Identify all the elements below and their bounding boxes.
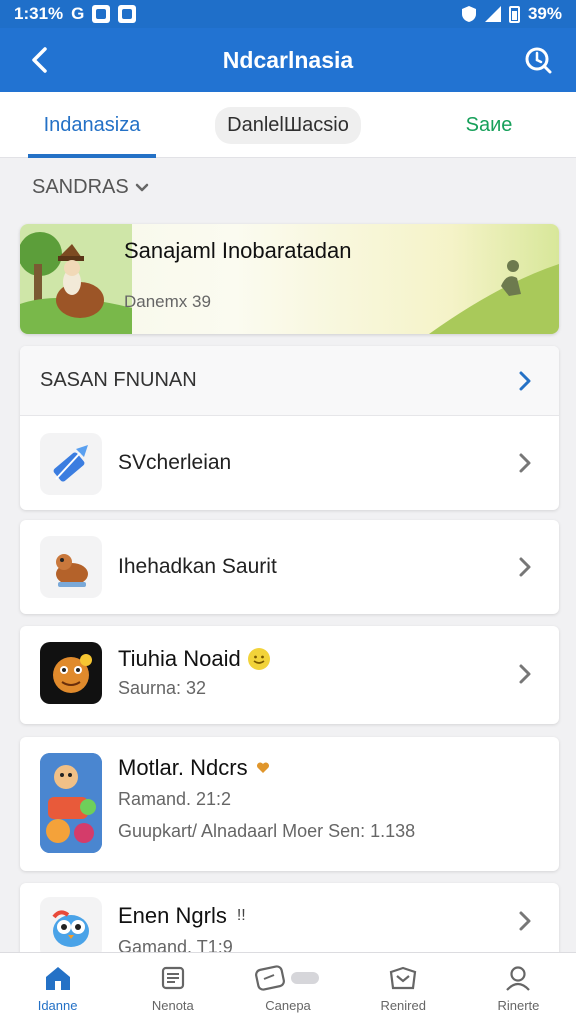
nav-item-received[interactable]: Renired [346, 953, 461, 1024]
list-item-subtitle: Saurna: 32 [118, 678, 207, 698]
nav-label: Idanne [37, 998, 78, 1013]
notes-icon [161, 966, 184, 990]
game-icon [40, 642, 102, 704]
banner-subtitle: Danemx 39 [124, 292, 211, 311]
nav-label: Renired [380, 998, 426, 1013]
tray-icon [389, 966, 417, 990]
status-letter: G [71, 4, 85, 23]
nav-item-games[interactable]: Canepa [230, 953, 345, 1024]
banner-scenery [429, 260, 559, 334]
list-item-title: Motlar. Ndcrs [118, 755, 270, 781]
tab-label: Saиe [465, 113, 513, 136]
bottom-nav: Idanne Nenota Canepa Renired Rinerte [0, 952, 576, 1024]
list-item-label: SVcherleian [118, 451, 232, 474]
list-item[interactable]: Motlar. Ndcrs Ramand. 21:2 Guupkart/ Aln… [20, 737, 559, 871]
chevron-down-icon [135, 183, 148, 191]
pen-icon [40, 433, 102, 495]
shield-icon [461, 6, 476, 22]
tab-label: Indanasiza [43, 113, 141, 136]
home-icon [45, 967, 70, 990]
list-item-title-text: Tiuhia Noaid [118, 646, 241, 671]
chevron-right-icon [515, 453, 535, 473]
nav-label: Canepa [265, 998, 311, 1013]
tab-danlel[interactable]: DanlelШacsio [214, 92, 362, 158]
back-button[interactable] [22, 42, 58, 78]
list-item-title: Enen Ngrls !! [118, 903, 246, 929]
battery-icon [508, 5, 520, 23]
list-item-detail: Guupkart/ Alnadaarl Moer Sen: 1.138 [118, 821, 416, 841]
app-bar: Ndcarlnasia [0, 28, 576, 92]
chevron-right-icon [515, 557, 535, 577]
page-title: Ndcarlnasia [222, 46, 354, 73]
signal-icon [484, 6, 501, 22]
gamepad-icon [255, 965, 319, 991]
tab-label: DanlelШacsio [215, 106, 361, 144]
heart-icon [256, 762, 269, 773]
group-header[interactable]: SАSАN FNUNAN [20, 346, 559, 416]
chevron-right-icon [515, 911, 535, 931]
tab-indanasiza[interactable]: Indanasiza [28, 92, 156, 158]
nav-label: Rinerte [497, 998, 540, 1013]
nav-label: Nenota [151, 998, 194, 1013]
section-label: SANDRAS [32, 176, 129, 198]
nav-item-notes[interactable]: Nenota [115, 953, 230, 1024]
featured-banner[interactable]: Sanajaml Inobaratadan Danemx 39 [20, 224, 559, 334]
smiley-icon [247, 648, 270, 670]
battery-percent: 39% [527, 4, 562, 23]
list-item-title-text: Motlar. Ndcrs [118, 755, 248, 780]
tab-bar: Indanasiza DanlelШacsio Saиe [0, 92, 576, 158]
owl-icon [40, 897, 102, 959]
squirrel-icon [40, 536, 102, 598]
group-header-label: SАSАN FNUNAN [40, 369, 197, 391]
status-bar: 1:31% G 39% [0, 0, 576, 28]
list-item-subtitle: Ramand. 21:2 [118, 789, 232, 809]
list-item-label: Ihehadkan Saurit [118, 555, 277, 578]
banner-title: Sanajaml Inobaratadan [124, 238, 352, 263]
chevron-right-icon [515, 664, 535, 684]
tab-same[interactable]: Saиe [440, 92, 538, 158]
app-notification-icon [118, 5, 137, 23]
nav-item-home[interactable]: Idanne [0, 953, 115, 1024]
search-button[interactable] [520, 42, 556, 78]
chevron-left-icon [32, 47, 47, 73]
notification-icon [92, 5, 111, 23]
list-item-mark: !! [236, 907, 246, 924]
list-item-title-text: Enen Ngrls [118, 903, 227, 928]
group-card: SАSАN FNUNAN SVcherleian [20, 346, 559, 510]
section-dropdown[interactable]: SANDRAS [32, 176, 149, 199]
search-icon [525, 47, 552, 74]
nav-item-profile[interactable]: Rinerte [461, 953, 576, 1024]
tab-active-indicator [28, 154, 156, 158]
list-item-title: Tiuhia Noaid [118, 646, 271, 672]
cartoon-icon [40, 753, 102, 853]
list-item[interactable]: Ihehadkan Saurit [20, 520, 559, 614]
banner-illustration [20, 224, 132, 334]
chevron-right-icon [515, 371, 535, 391]
list-item[interactable]: Tiuhia Noaid Saurna: 32 [20, 626, 559, 724]
profile-icon [506, 966, 531, 991]
status-time: 1:31% [14, 4, 64, 23]
list-item[interactable]: SVcherleian [20, 417, 559, 510]
